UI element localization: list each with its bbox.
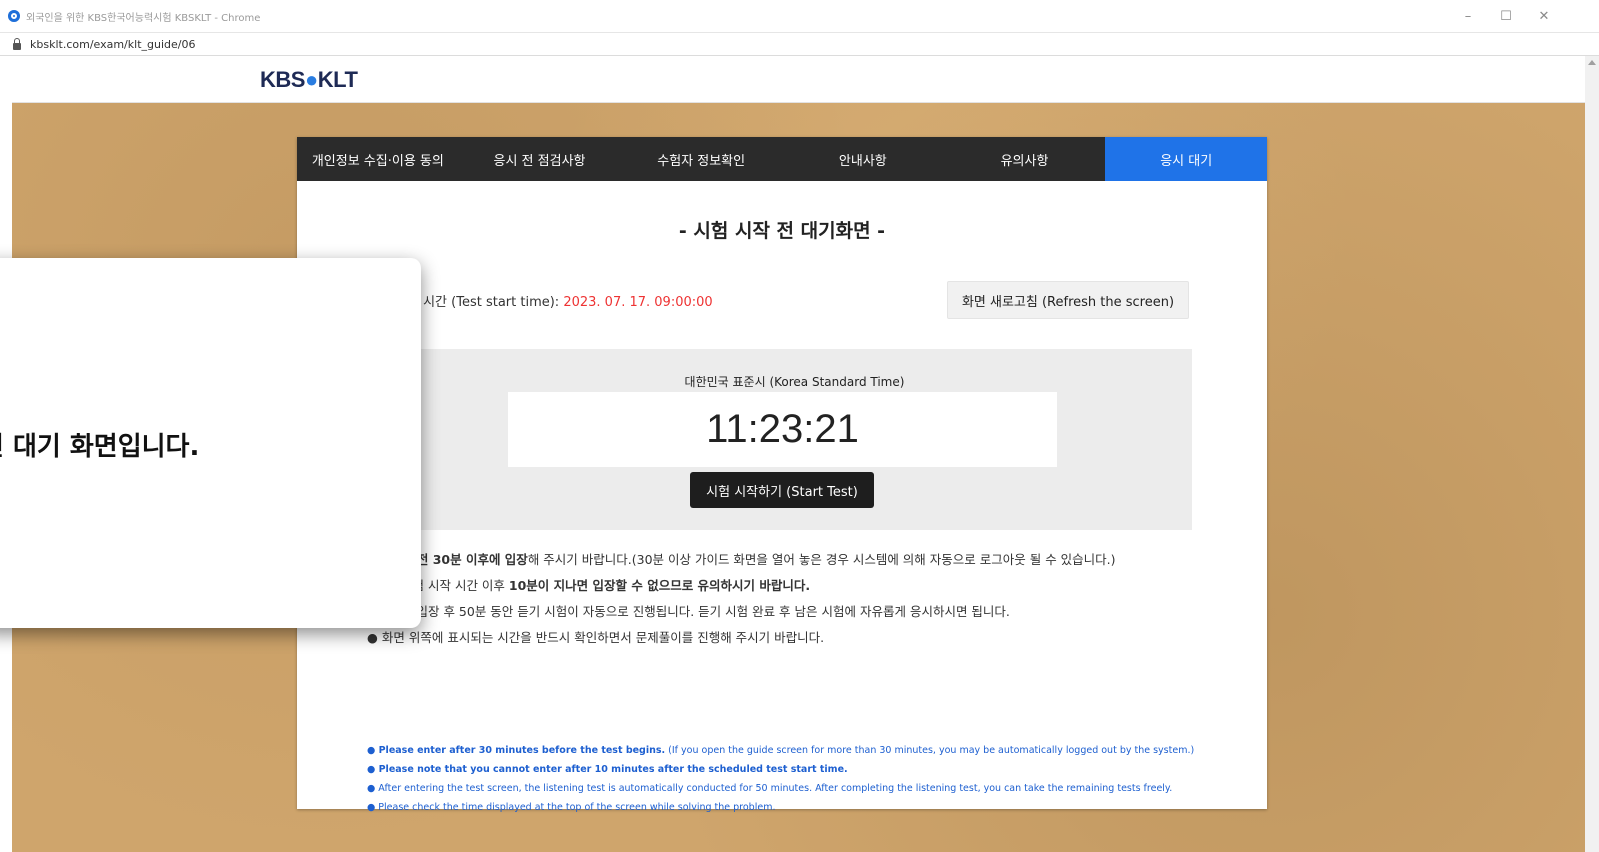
start-time-label: 작 시간 (Test start time): — [407, 295, 564, 310]
vertical-scrollbar[interactable] — [1585, 56, 1599, 852]
tab-examinee-info[interactable]: 수험자 정보확인 — [620, 137, 782, 181]
start-test-button[interactable]: 시험 시작하기 (Start Test) — [690, 472, 874, 508]
close-button[interactable]: ✕ — [1524, 0, 1564, 32]
note-ko-3: 면 입장 후 50분 동안 듣기 시험이 자동으로 진행됩니다. 듣기 시험 완… — [401, 604, 1010, 619]
tab-pre-check[interactable]: 응시 전 점검사항 — [459, 137, 621, 181]
kbsklt-logo[interactable]: KBS●KLT — [260, 67, 358, 93]
note-ko-1: 작 전 30분 이후에 입장해 주시기 바랍니다.(30분 이상 가이드 화면을… — [401, 552, 1116, 567]
page-title: - 시험 시작 전 대기화면 - — [678, 220, 886, 242]
tab-guide[interactable]: 안내사항 — [782, 137, 944, 181]
lock-icon — [13, 37, 21, 50]
note-ko-2: 시험 시작 시간 이후 10분이 지나면 입장할 수 없으므로 유의하시기 바랍… — [401, 578, 811, 593]
note-en-1: ● Please enter after 30 minutes before t… — [367, 745, 1195, 756]
address-bar[interactable]: kbsklt.com/exam/klt_guide/06 — [0, 33, 1599, 56]
refresh-screen-button[interactable]: 화면 새로고침 (Refresh the screen) — [947, 281, 1189, 319]
notes-english: ● Please enter after 30 minutes before t… — [367, 741, 1194, 817]
favicon-icon — [8, 10, 20, 22]
start-time-value: 2023. 07. 17. 09:00:00 — [563, 295, 713, 310]
test-start-time: 작 시간 (Test start time): 2023. 07. 17. 09… — [407, 291, 713, 310]
window-title: 외국인을 위한 KBS한국어능력시험 KBSKLT - Chrome — [26, 12, 261, 24]
clock-box: 대한민국 표준시 (Korea Standard Time) 11:23:21 … — [397, 349, 1192, 530]
logo-text-klt: KLT — [317, 67, 358, 92]
minimize-button[interactable]: – — [1448, 0, 1488, 32]
tab-precautions[interactable]: 유의사항 — [944, 137, 1106, 181]
title-bar: 외국인을 위한 KBS한국어능력시험 KBSKLT - Chrome – ☐ ✕ — [0, 0, 1599, 33]
note-ko-4: ● 화면 위쪽에 표시되는 시간을 반드시 확인하면서 문제풀이를 진행해 주시… — [367, 630, 825, 645]
url-text[interactable]: kbsklt.com/exam/klt_guide/06 — [30, 38, 195, 51]
site-header: KBS●KLT — [12, 56, 1585, 103]
tab-exam-waiting[interactable]: 응시 대기 — [1105, 137, 1268, 181]
note-en-2: ● Please note that you cannot enter afte… — [367, 764, 848, 775]
clock-display: 11:23:21 — [508, 392, 1057, 467]
scroll-up-icon[interactable] — [1588, 60, 1596, 65]
notes-korean: 작 전 30분 이후에 입장해 주시기 바랍니다.(30분 이상 가이드 화면을… — [367, 547, 1116, 651]
note-en-4: ● Please check the time displayed at the… — [367, 802, 776, 813]
popup-message: 전 대기 화면입니다. — [0, 432, 200, 462]
tab-privacy-consent[interactable]: 개인정보 수집·이용 동의 — [297, 137, 459, 181]
exam-panel: 개인정보 수집·이용 동의 응시 전 점검사항 수험자 정보확인 안내사항 유의… — [297, 137, 1268, 813]
overlay-popup-card: 전 대기 화면입니다. — [0, 258, 421, 628]
note-en-3: ● After entering the test screen, the li… — [367, 783, 1173, 794]
logo-text-kbs: KBS — [260, 67, 305, 92]
clock-label: 대한민국 표준시 (Korea Standard Time) — [684, 375, 905, 389]
logo-mark-icon: ● — [304, 67, 318, 92]
step-nav: 개인정보 수집·이용 동의 응시 전 점검사항 수험자 정보확인 안내사항 유의… — [297, 137, 1268, 181]
maximize-button[interactable]: ☐ — [1486, 0, 1526, 32]
